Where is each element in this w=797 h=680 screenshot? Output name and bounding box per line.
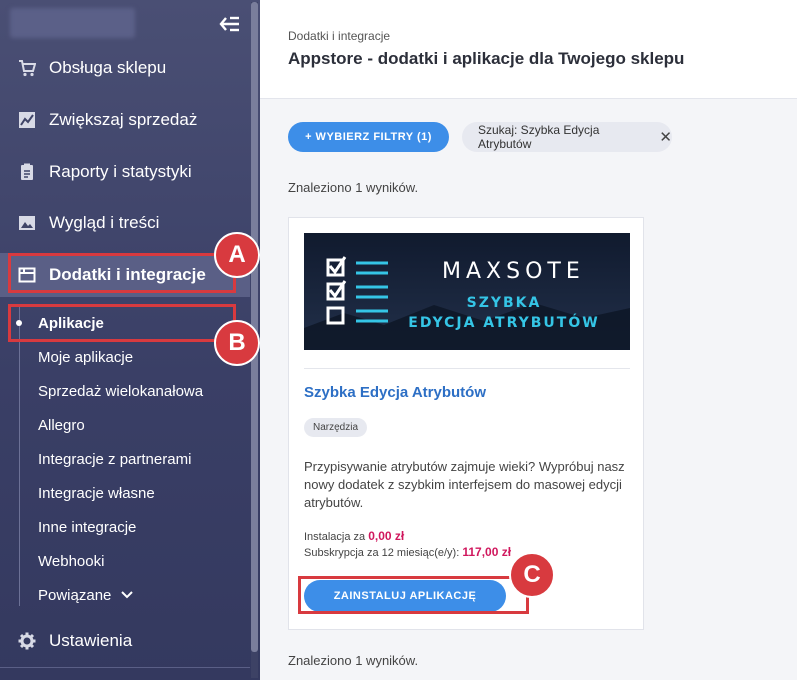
chart-line-icon <box>18 111 36 129</box>
sidebar-item-label: Wygląd i treści <box>49 213 160 232</box>
banner-subtitle: SZYBKA EDYCJA ATRYBUTÓW <box>404 293 604 333</box>
close-icon[interactable]: ✕ <box>659 128 672 146</box>
submenu-item-inne-integracje[interactable]: Inne integracje <box>38 515 136 539</box>
subscription-price-label: Subskrypcja za 12 miesiąc(e/y): <box>304 547 460 559</box>
sidebar-item-wyglad[interactable]: Wygląd i treści <box>0 201 250 245</box>
annotation-badge-a: A <box>214 232 260 278</box>
submenu-item-integracje-wlasne[interactable]: Integracje własne <box>38 481 155 505</box>
sidebar-item-label: Obsługa sklepu <box>49 58 167 77</box>
sidebar-item-raporty[interactable]: Raporty i statystyki <box>0 150 250 194</box>
app-description: Przypisywanie atrybutów zajmuje wieki? W… <box>304 459 625 510</box>
results-count: Znaleziono 1 wyników. <box>288 180 419 195</box>
clipboard-icon <box>18 163 36 181</box>
category-tag[interactable]: Narzędzia <box>304 418 368 437</box>
annotation-box-b <box>8 304 236 342</box>
annotation-badge-c: C <box>509 552 555 598</box>
collapse-sidebar-icon[interactable] <box>218 14 240 34</box>
breadcrumb[interactable]: Dodatki i integracje <box>288 29 390 43</box>
install-price-value: 0,00 zł <box>368 529 405 543</box>
choose-filters-button[interactable]: + WYBIERZ FILTRY (1) <box>288 122 449 152</box>
submenu-item-allegro[interactable]: Allegro <box>38 413 85 437</box>
sidebar-item-ustawienia[interactable]: Ustawienia <box>0 619 250 663</box>
subscription-price-row: Subskrypcja za 12 miesiąc(e/y): 117,00 z… <box>304 545 511 559</box>
results-count-bottom: Znaleziono 1 wyników. <box>288 653 419 668</box>
annotation-box-a <box>8 253 236 293</box>
sidebar-item-obsluga-sklepu[interactable]: Obsługa sklepu <box>0 46 250 90</box>
cart-icon <box>18 59 36 77</box>
divider <box>304 368 630 369</box>
submenu-item-powiazane[interactable]: Powiązane <box>38 583 134 607</box>
annotation-badge-b: B <box>214 320 260 366</box>
app-banner-image[interactable]: MAXSOTE SZYBKA EDYCJA ATRYBUTÓW <box>304 233 630 350</box>
banner-line-1: SZYBKA <box>466 295 542 311</box>
install-price-label: Instalacja za <box>304 531 366 543</box>
image-icon <box>18 214 36 232</box>
sidebar-item-label: Ustawienia <box>49 631 133 650</box>
submenu-item-label: Powiązane <box>38 586 112 604</box>
divider <box>0 667 250 668</box>
sidebar-item-label: Raporty i statystyki <box>49 162 192 181</box>
annotation-box-c <box>298 576 529 614</box>
submenu-item-moje-aplikacje[interactable]: Moje aplikacje <box>38 345 133 369</box>
sidebar-item-zwiekszaj-sprzedaz[interactable]: Zwiększaj sprzedaż <box>0 98 250 142</box>
search-filter-chip: Szukaj: Szybka Edycja Atrybutów ✕ <box>462 122 672 152</box>
install-price-row: Instalacja za 0,00 zł <box>304 529 404 543</box>
logo <box>10 8 135 38</box>
submenu-item-webhooki[interactable]: Webhooki <box>38 549 104 573</box>
page-title: Appstore - dodatki i aplikacje dla Twoje… <box>288 49 685 68</box>
banner-line-2: EDYCJA ATRYBUTÓW <box>408 315 600 331</box>
subscription-price-value: 117,00 zł <box>462 545 512 559</box>
submenu-item-integracje-z-partnerami[interactable]: Integracje z partnerami <box>38 447 191 471</box>
gear-icon <box>18 632 36 650</box>
sidebar-item-label: Zwiększaj sprzedaż <box>49 110 198 129</box>
search-filter-label: Szukaj: Szybka Edycja Atrybutów <box>478 123 600 151</box>
banner-brand: MAXSOTE <box>442 259 585 284</box>
page-header: Dodatki i integracje Appstore - dodatki … <box>260 0 797 99</box>
app-card[interactable]: MAXSOTE SZYBKA EDYCJA ATRYBUTÓW Szybka E… <box>288 217 644 630</box>
chevron-down-icon <box>121 591 134 599</box>
submenu-line <box>19 306 20 606</box>
submenu-item-sprzedaz-wielokanalowa[interactable]: Sprzedaż wielokanałowa <box>38 379 203 403</box>
app-name-link[interactable]: Szybka Edycja Atrybutów <box>304 384 486 401</box>
